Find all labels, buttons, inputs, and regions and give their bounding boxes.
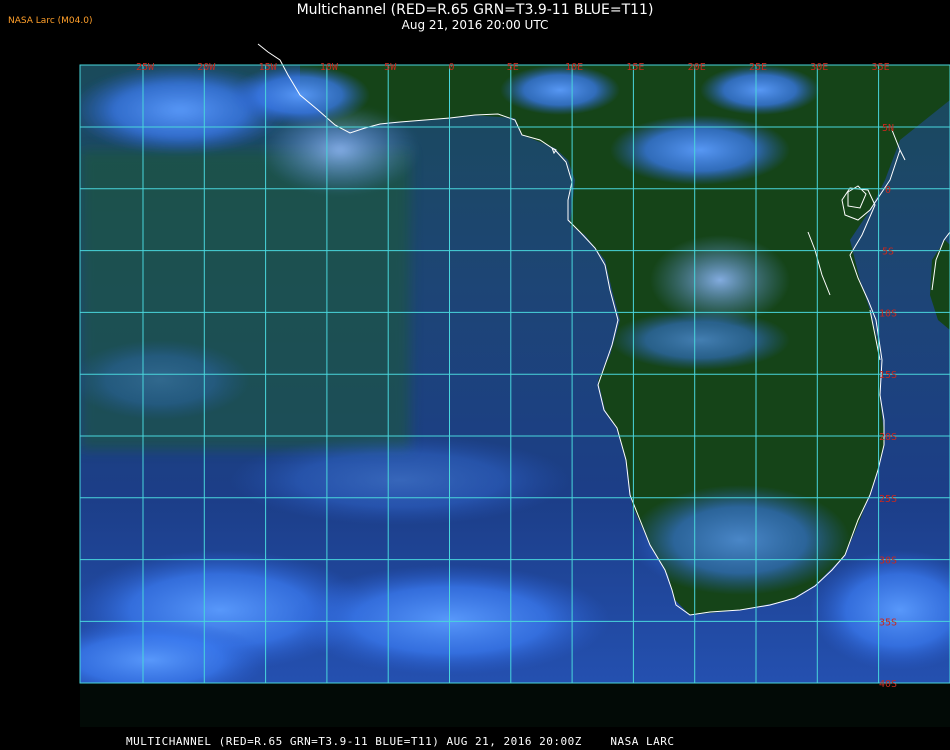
- longitude-label: 35E: [872, 62, 890, 73]
- cloud-mid-1: [230, 435, 570, 525]
- cloud-sw-4: [80, 620, 270, 683]
- latitude-label: 40S: [879, 679, 897, 690]
- longitude-label: 10E: [565, 62, 583, 73]
- longitude-label: 20E: [688, 62, 706, 73]
- latitude-label: 15S: [879, 370, 897, 381]
- longitude-label: 25E: [749, 62, 767, 73]
- footer-caption: MULTICHANNEL (RED=R.65 GRN=T3.9-11 BLUE=…: [126, 735, 675, 748]
- latitude-label: 30S: [879, 556, 897, 567]
- longitude-label: 5W: [384, 62, 397, 73]
- longitude-label: 0: [448, 62, 454, 73]
- longitude-label: 25W: [136, 62, 155, 73]
- longitude-label: 15E: [626, 62, 644, 73]
- longitude-label: 10W: [320, 62, 339, 73]
- latitude-label: 5S: [882, 247, 894, 258]
- latitude-label: 35S: [879, 617, 897, 628]
- imagery-layer: [80, 65, 950, 683]
- latitude-label: 20S: [879, 432, 897, 443]
- latitude-label: 25S: [879, 494, 897, 505]
- cloud-ne-2: [610, 115, 790, 185]
- latitude-label: 5N: [882, 123, 894, 134]
- longitude-label: 20W: [197, 62, 216, 73]
- longitude-label: 15W: [259, 62, 278, 73]
- latitude-label: 10S: [879, 308, 897, 319]
- cloud-mid-2: [80, 340, 250, 420]
- cloud-central-2: [610, 310, 790, 370]
- longitude-label: 30E: [810, 62, 828, 73]
- satellite-map[interactable]: 25W 20W 15W 10W 5W 0 5E 10E 15E 20E 25E 30E 35E 5N 0 5…: [0, 0, 950, 750]
- latitude-label: 0: [885, 185, 891, 196]
- longitude-label: 5E: [507, 62, 519, 73]
